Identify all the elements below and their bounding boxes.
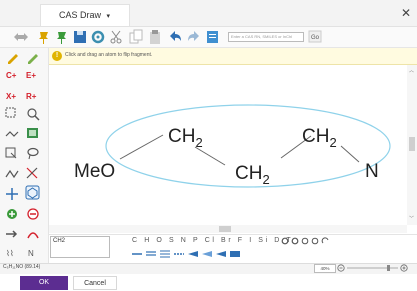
close-button[interactable]: ✕ <box>400 7 412 19</box>
title-dropdown-icon[interactable]: ▾ <box>107 13 111 20</box>
scroll-up-arrow[interactable]: ︿ <box>409 67 414 74</box>
arrow-tool-icon[interactable] <box>6 230 18 238</box>
name-field[interactable]: CH2 <box>50 236 110 258</box>
n-tool[interactable]: N <box>28 249 34 258</box>
atom-label: CH <box>168 126 195 147</box>
bond[interactable] <box>119 134 164 160</box>
atom-n[interactable]: N <box>365 161 379 182</box>
pencil-icon[interactable] <box>8 54 18 64</box>
magnify-icon[interactable] <box>27 108 40 121</box>
info-icon: ! <box>52 51 62 61</box>
atom-label: CH <box>235 163 262 184</box>
vertical-scrollbar[interactable]: ︿ ﹀ <box>407 65 417 225</box>
charge-icons <box>281 237 329 245</box>
aromatic-bond-icon[interactable] <box>230 251 240 257</box>
svg-text:⌇⌇: ⌇⌇ <box>6 249 14 258</box>
import-icon[interactable] <box>207 31 218 43</box>
element-palette[interactable]: C H O S N P Cl Br F I Si D T <box>132 237 293 244</box>
atom-ch2-1[interactable]: CH2 <box>168 126 203 150</box>
select-arrows-icon[interactable] <box>14 33 28 41</box>
zoom-controls <box>337 264 408 272</box>
horizontal-scrollbar[interactable] <box>49 225 407 233</box>
radical-icon[interactable] <box>281 237 289 245</box>
negative-icon[interactable] <box>301 237 309 245</box>
scroll-down-arrow[interactable]: ﹀ <box>409 215 414 222</box>
cancel-button[interactable]: Cancel <box>73 276 117 290</box>
bond-tool-icon[interactable] <box>5 169 19 179</box>
atom-subscript: 2 <box>262 172 269 187</box>
eraser-tool-icon[interactable] <box>26 167 38 179</box>
remove-atom-icon[interactable] <box>27 208 39 220</box>
chain-icon[interactable] <box>5 131 19 137</box>
search-go-icon[interactable]: Go <box>308 30 322 43</box>
c-plus-tool[interactable]: C+ <box>6 71 17 80</box>
tool-icons: C+ E+ X+ R+ ⌇⌇ N <box>5 54 40 258</box>
hint-text: Click and drag an atom to flip fragment. <box>65 52 153 58</box>
settings-icon[interactable] <box>91 30 105 44</box>
select-box-icon[interactable] <box>5 107 16 118</box>
bond-type-icons <box>132 250 240 258</box>
wedge-bond-icon[interactable] <box>188 251 198 257</box>
flip-icon[interactable] <box>27 232 39 239</box>
svg-text:Go: Go <box>311 35 320 41</box>
save-icon[interactable] <box>74 31 86 43</box>
zoom-level[interactable]: 40% <box>314 264 336 273</box>
atom-ch2-3[interactable]: CH2 <box>302 126 337 150</box>
molecular-formula: C₅H₁₁NO (89.14) <box>3 264 41 270</box>
atom-subscript: 2 <box>329 135 336 150</box>
lasso-icon[interactable] <box>27 147 39 160</box>
ok-button[interactable]: OK <box>20 276 68 290</box>
double-bond-icon[interactable] <box>146 251 156 256</box>
pencil-alt-icon[interactable] <box>28 54 38 64</box>
hash-bond-icon[interactable] <box>202 251 212 257</box>
e-plus-tool[interactable]: E+ <box>26 71 36 80</box>
rotate-icon[interactable] <box>321 237 329 244</box>
r-plus-tool[interactable]: R+ <box>26 92 37 101</box>
triple-bond-icon[interactable] <box>160 250 170 258</box>
atom-ch2-2[interactable]: CH2 <box>235 163 270 187</box>
pin-icon[interactable] <box>39 32 48 44</box>
cut-icon[interactable] <box>110 30 122 44</box>
undo-icon[interactable] <box>170 31 181 41</box>
atom-meo[interactable]: MeO <box>74 161 115 182</box>
window-title-tab[interactable]: CAS Draw ▾ <box>40 4 130 26</box>
redo-icon[interactable] <box>188 31 199 41</box>
sequence-icon[interactable]: ⌇⌇ <box>6 249 14 258</box>
atom-subscript: 2 <box>195 135 202 150</box>
window-title: CAS Draw <box>59 10 102 20</box>
add-atom-icon[interactable] <box>7 209 17 219</box>
atom-label: CH <box>302 126 329 147</box>
scroll-thumb[interactable] <box>409 137 415 151</box>
ring-tool-icon[interactable] <box>6 188 18 200</box>
pin-alt-icon[interactable] <box>57 32 66 44</box>
paste-icon[interactable] <box>150 30 160 44</box>
image-icon[interactable] <box>27 128 38 138</box>
copy-icon[interactable] <box>129 29 143 44</box>
bold-bond-icon[interactable] <box>216 251 226 257</box>
search-input[interactable]: Enter a CAS RN, SMILES or InChI <box>228 32 304 42</box>
ring-select-icon[interactable] <box>25 185 40 200</box>
bond[interactable] <box>340 145 360 163</box>
positive-icon[interactable] <box>311 237 319 245</box>
scroll-thumb[interactable] <box>219 226 231 232</box>
x-plus-tool[interactable]: X+ <box>6 92 16 101</box>
charge-icon[interactable] <box>291 237 299 245</box>
structure-drawing: MeO CH2 CH2 CH2 N <box>74 104 391 188</box>
lasso-select-icon[interactable] <box>5 147 17 159</box>
zoom-slider-thumb[interactable] <box>387 265 390 271</box>
